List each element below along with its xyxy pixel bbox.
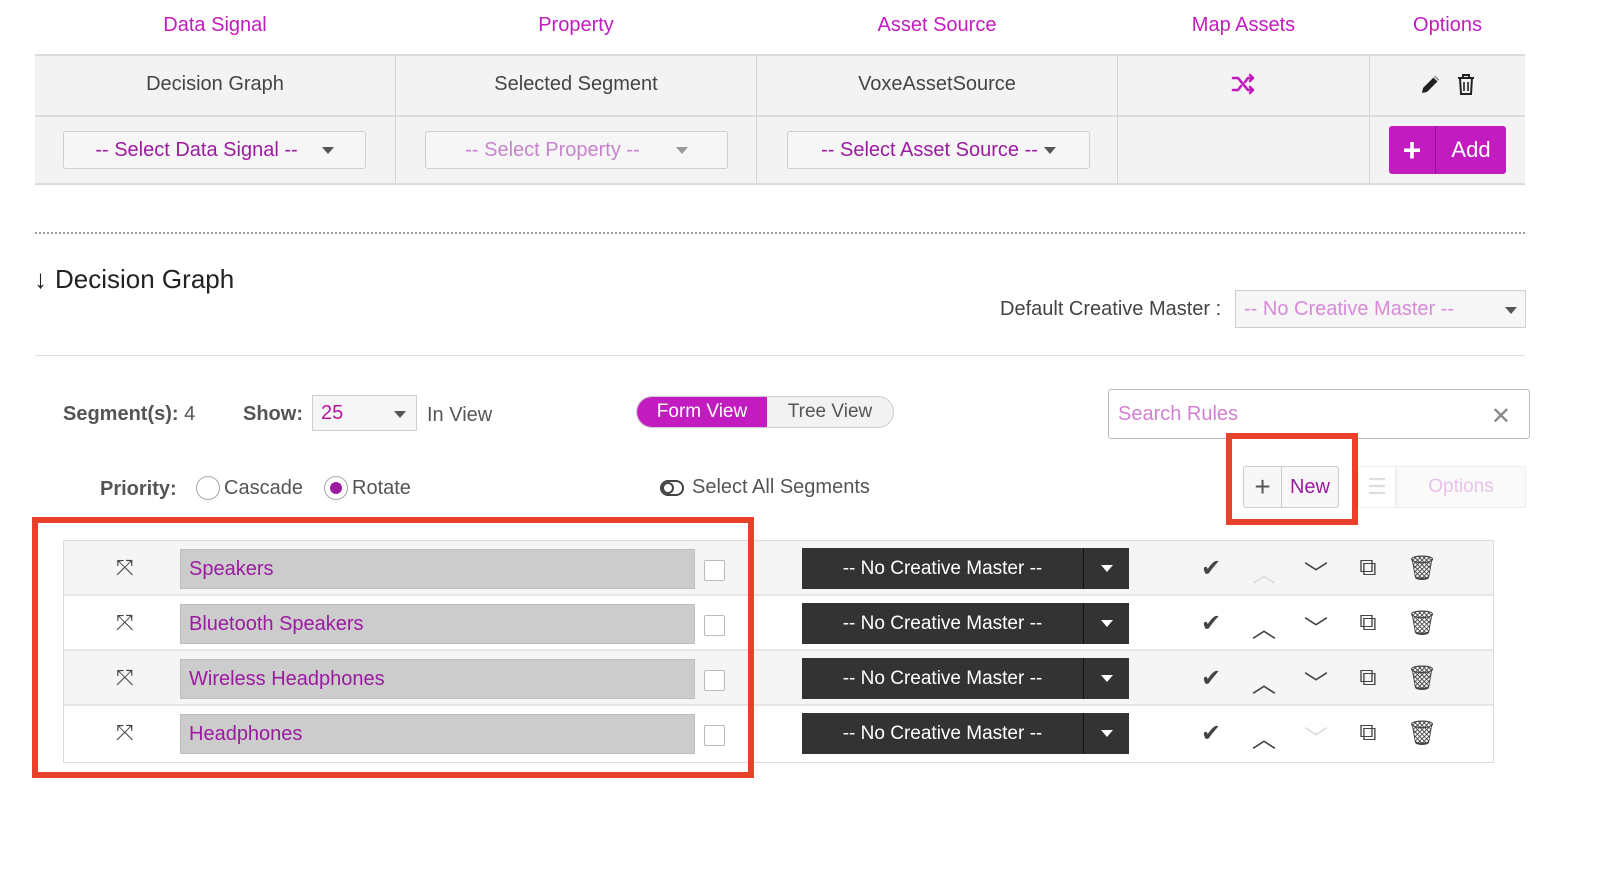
highlight-box-segments [32, 517, 754, 778]
priority-label: Priority: [100, 478, 177, 500]
table-bottom-divider [35, 183, 1525, 185]
plus-icon: + [1389, 126, 1436, 174]
col-header-data-signal: Data Signal [163, 14, 267, 36]
form-view-button[interactable]: Form View [637, 397, 767, 427]
new-segment-button[interactable]: + New [1243, 466, 1339, 508]
col-header-asset-source: Asset Source [877, 14, 997, 36]
trash-icon[interactable] [1455, 72, 1477, 101]
segments-count: 4 [184, 403, 196, 425]
default-master-select[interactable]: -- No Creative Master -- [1235, 290, 1526, 328]
close-icon[interactable]: ✕ [1491, 402, 1511, 431]
default-master-label: Default Creative Master : [1000, 298, 1222, 320]
creative-master-select[interactable]: -- No Creative Master -- [802, 658, 1129, 699]
creative-master-select[interactable]: -- No Creative Master -- [802, 603, 1129, 644]
creative-master-value: -- No Creative Master -- [802, 713, 1084, 754]
chevron-down-icon[interactable] [1084, 658, 1129, 699]
chevron-down-icon [1043, 146, 1056, 154]
copy-icon[interactable]: ⧉ [1354, 719, 1382, 747]
asset-source-select-value: -- Select Asset Source -- [821, 138, 1038, 161]
creative-master-select[interactable]: -- No Creative Master -- [802, 548, 1129, 589]
property-select-value: -- Select Property -- [465, 138, 640, 161]
col-header-property: Property [538, 14, 614, 36]
copy-icon[interactable]: ⧉ [1354, 609, 1382, 637]
check-icon[interactable]: ✔ [1197, 719, 1225, 748]
options-button[interactable]: Options [1396, 466, 1526, 508]
property-select[interactable]: -- Select Property -- [425, 131, 728, 169]
view-toggle: Form View Tree View [636, 396, 894, 428]
show-label: Show: [243, 403, 303, 425]
copy-icon[interactable]: ⧉ [1354, 664, 1382, 692]
cell-property: Selected Segment [494, 73, 658, 95]
cell-data-signal: Decision Graph [146, 73, 284, 95]
priority-rotate-label: Rotate [352, 476, 411, 499]
chevron-down-icon [321, 146, 334, 154]
creative-master-select[interactable]: -- No Creative Master -- [802, 713, 1129, 754]
copy-icon[interactable]: ⧉ [1354, 554, 1382, 582]
shuffle-icon[interactable] [1231, 72, 1257, 101]
dotted-divider [35, 232, 1525, 234]
chevron-down-icon [1505, 307, 1517, 314]
toggle-icon [660, 479, 684, 496]
search-placeholder: Search Rules [1118, 402, 1239, 425]
section-title: ↓ Decision Graph [34, 264, 234, 295]
data-signal-select-value: -- Select Data Signal -- [95, 138, 298, 161]
priority-rotate[interactable]: Rotate [324, 476, 411, 500]
radio-rotate[interactable] [324, 476, 348, 500]
chevron-down-icon[interactable] [1084, 713, 1129, 754]
list-icon[interactable]: ☰ [1358, 466, 1396, 508]
in-view-label: In View [427, 404, 493, 426]
asset-source-select[interactable]: -- Select Asset Source -- [787, 131, 1090, 169]
trash-icon[interactable]: 🗑 [1407, 554, 1437, 583]
show-select[interactable]: 25 [312, 395, 417, 431]
plus-icon: + [1244, 467, 1282, 507]
add-button[interactable]: + Add [1389, 126, 1506, 174]
default-master-value: -- No Creative Master -- [1244, 297, 1455, 320]
col-header-options: Options [1413, 14, 1482, 36]
pencil-icon[interactable] [1419, 72, 1443, 101]
creative-master-value: -- No Creative Master -- [802, 658, 1084, 699]
chevron-down-icon[interactable] [1084, 603, 1129, 644]
chevron-down-icon[interactable]: ﹀ [1302, 609, 1330, 644]
chevron-up-icon: ︿ [1252, 561, 1276, 588]
col-divider [1117, 56, 1118, 183]
chevron-down-icon [675, 146, 688, 154]
search-rules-input[interactable]: Search Rules ✕ [1108, 389, 1530, 439]
chevron-up-icon[interactable]: ︿ [1250, 664, 1278, 699]
select-all-segments[interactable]: Select All Segments [660, 476, 870, 499]
chevron-up-icon[interactable]: ︿ [1250, 609, 1278, 644]
chevron-down-icon: ﹀ [1304, 726, 1328, 753]
col-divider [1369, 56, 1370, 183]
select-all-label: Select All Segments [692, 476, 870, 498]
check-icon[interactable]: ✔ [1197, 664, 1225, 693]
check-icon[interactable]: ✔ [1197, 609, 1225, 638]
radio-cascade[interactable] [196, 476, 220, 500]
show-select-value: 25 [321, 401, 344, 424]
data-signal-select[interactable]: -- Select Data Signal -- [63, 131, 366, 169]
add-button-label: Add [1451, 137, 1491, 162]
check-icon[interactable]: ✔ [1197, 554, 1225, 583]
trash-icon[interactable]: 🗑 [1407, 719, 1437, 748]
chevron-down-icon[interactable]: ﹀ [1302, 554, 1330, 589]
chevron-down-icon [394, 411, 406, 418]
new-button-label: New [1289, 475, 1330, 498]
priority-cascade-label: Cascade [224, 476, 303, 499]
arrow-down-icon: ↓ [34, 264, 47, 294]
segments-label: Segment(s): [63, 403, 179, 425]
trash-icon[interactable]: 🗑 [1407, 609, 1437, 638]
trash-icon[interactable]: 🗑 [1407, 664, 1437, 693]
cell-asset-source: VoxeAssetSource [858, 73, 1016, 95]
segment-count: Segment(s): 4 [63, 403, 195, 426]
priority-cascade[interactable]: Cascade [196, 476, 303, 500]
chevron-up-icon[interactable]: ︿ [1250, 719, 1278, 754]
tree-view-button[interactable]: Tree View [767, 397, 893, 427]
section-title-text: Decision Graph [55, 264, 235, 294]
col-header-map-assets: Map Assets [1191, 14, 1296, 36]
chevron-down-icon[interactable] [1084, 548, 1129, 589]
chevron-down-icon[interactable]: ﹀ [1302, 664, 1330, 699]
creative-master-value: -- No Creative Master -- [802, 548, 1084, 589]
creative-master-value: -- No Creative Master -- [802, 603, 1084, 644]
divider [35, 355, 1525, 356]
